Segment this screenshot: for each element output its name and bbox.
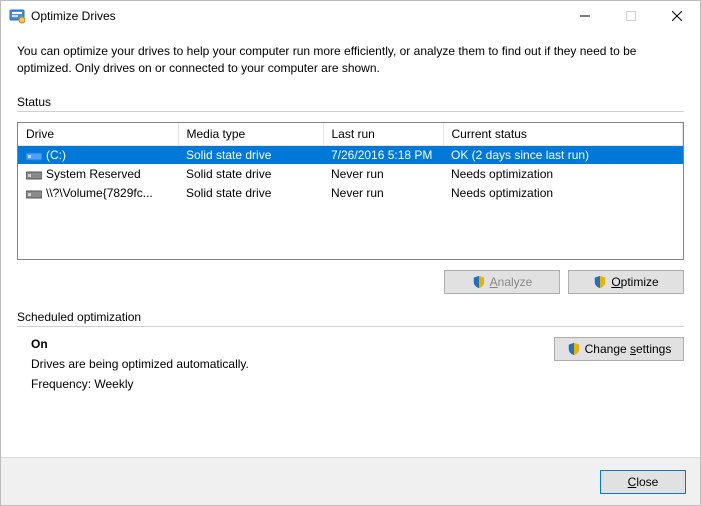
current-status: Needs optimization	[443, 183, 683, 202]
scheduled-desc: Drives are being optimized automatically…	[31, 357, 534, 371]
app-icon	[9, 8, 25, 24]
window-title: Optimize Drives	[31, 9, 562, 23]
drive-icon	[26, 169, 42, 179]
shield-icon	[472, 275, 486, 289]
shield-icon	[593, 275, 607, 289]
col-status[interactable]: Current status	[443, 123, 683, 146]
bottom-bar: Close	[1, 457, 700, 505]
scheduled-frequency: Frequency: Weekly	[31, 377, 534, 391]
col-drive[interactable]: Drive	[18, 123, 178, 146]
col-lastrun[interactable]: Last run	[323, 123, 443, 146]
table-header-row[interactable]: Drive Media type Last run Current status	[18, 123, 683, 146]
drive-name: \\?\Volume{7829fc...	[46, 186, 153, 200]
media-type: Solid state drive	[178, 145, 323, 164]
description-text: You can optimize your drives to help you…	[17, 43, 684, 77]
table-row[interactable]: (C:) Solid state drive7/26/2016 5:18 PMOK…	[18, 145, 683, 164]
optimize-label: Optimize	[611, 275, 658, 289]
last-run: Never run	[323, 183, 443, 202]
table-row[interactable]: \\?\Volume{7829fc... Solid state driveNev…	[18, 183, 683, 202]
drive-name: (C:)	[46, 148, 66, 162]
close-button[interactable]: Close	[600, 470, 686, 494]
last-run: Never run	[323, 164, 443, 183]
table-row[interactable]: System Reserved Solid state driveNever ru…	[18, 164, 683, 183]
drives-table[interactable]: Drive Media type Last run Current status…	[17, 122, 684, 260]
current-status: OK (2 days since last run)	[443, 145, 683, 164]
scheduled-section-label: Scheduled optimization	[17, 310, 684, 324]
titlebar[interactable]: Optimize Drives	[1, 1, 700, 31]
media-type: Solid state drive	[178, 164, 323, 183]
close-window-button[interactable]	[654, 1, 700, 31]
drive-icon	[26, 150, 42, 160]
current-status: Needs optimization	[443, 164, 683, 183]
close-label: Close	[628, 475, 659, 489]
change-settings-label: Change settings	[585, 342, 672, 356]
maximize-button	[608, 1, 654, 31]
drive-icon	[26, 188, 42, 198]
analyze-button: Analyze	[444, 270, 560, 294]
col-media[interactable]: Media type	[178, 123, 323, 146]
change-settings-button[interactable]: Change settings	[554, 337, 684, 361]
status-section-label: Status	[17, 95, 684, 109]
divider	[17, 111, 684, 112]
shield-icon	[567, 342, 581, 356]
divider	[17, 326, 684, 327]
last-run: 7/26/2016 5:18 PM	[323, 145, 443, 164]
drive-name: System Reserved	[46, 167, 141, 181]
optimize-button[interactable]: Optimize	[568, 270, 684, 294]
minimize-button[interactable]	[562, 1, 608, 31]
media-type: Solid state drive	[178, 183, 323, 202]
analyze-label: Analyze	[490, 275, 533, 289]
scheduled-on: On	[31, 337, 534, 351]
